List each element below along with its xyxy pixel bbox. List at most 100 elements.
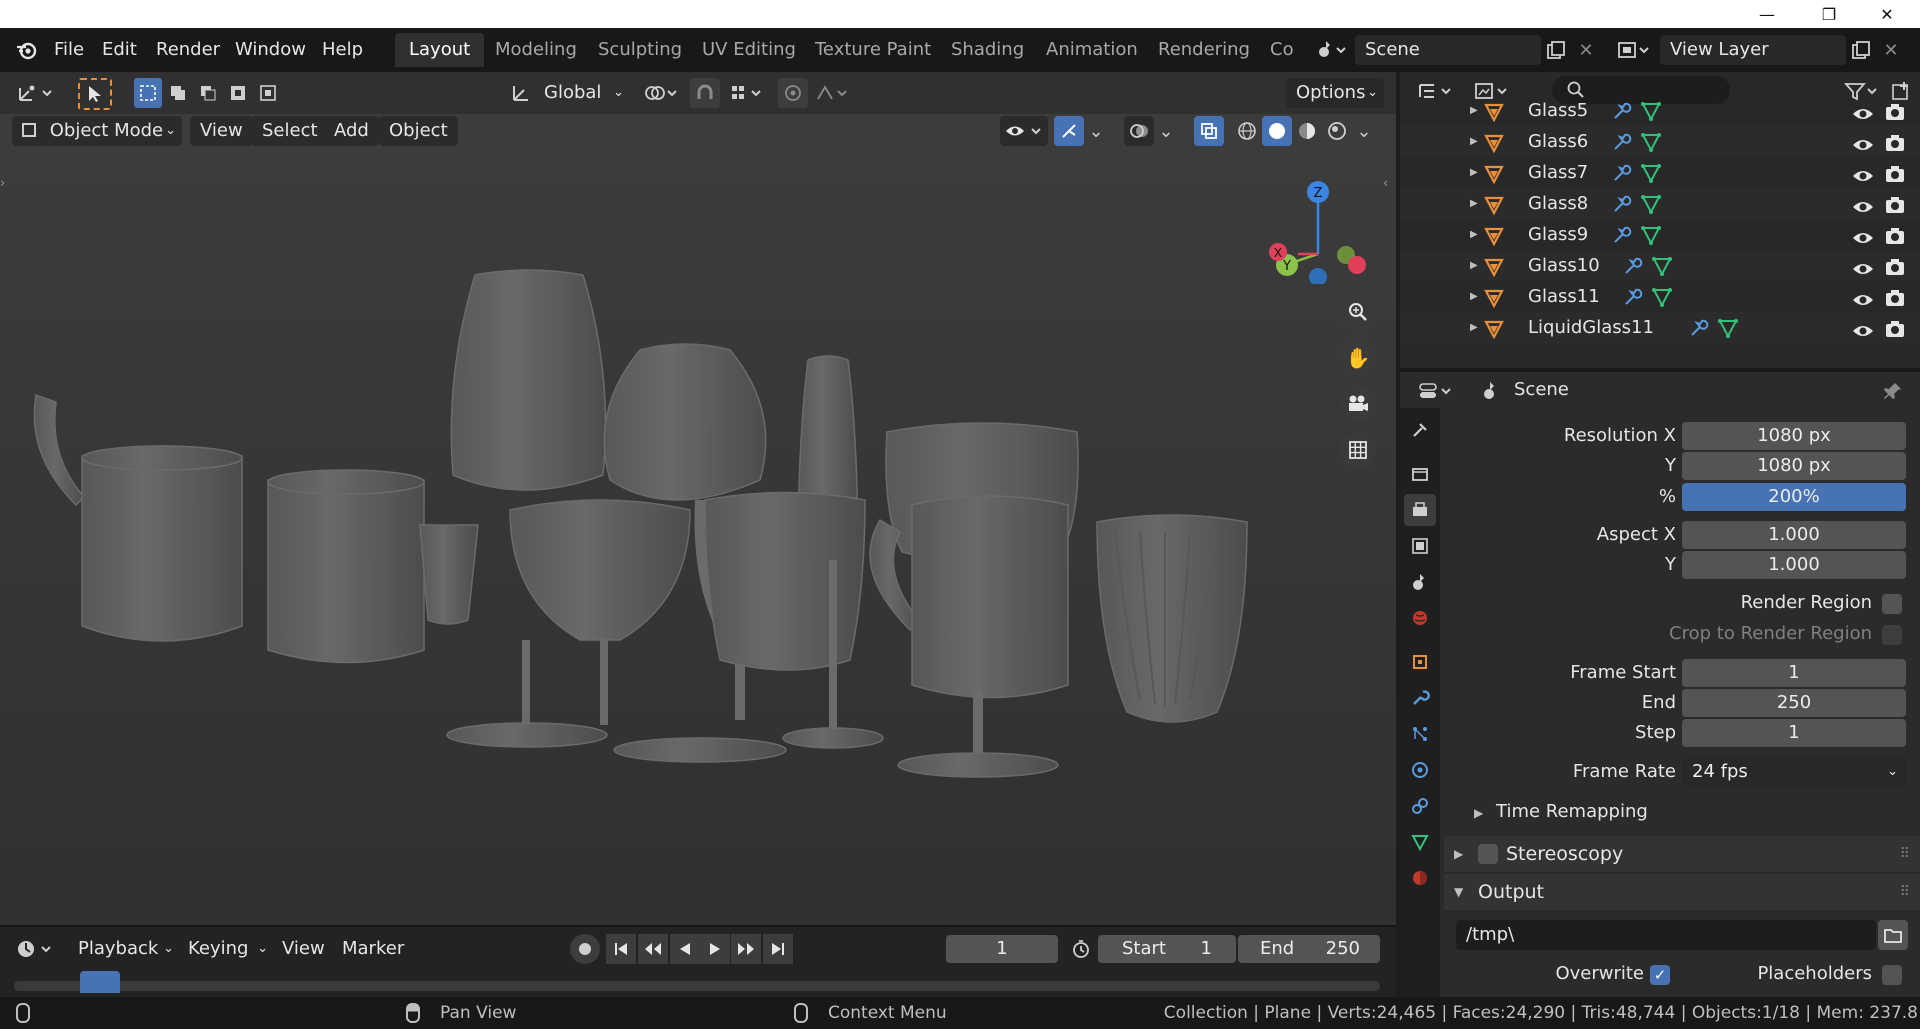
mesh-data-icon[interactable] — [1717, 317, 1739, 349]
delete-scene-icon[interactable]: ✕ — [1571, 35, 1601, 65]
select-menu[interactable]: Select — [252, 116, 328, 146]
pin-icon[interactable] — [1878, 376, 1908, 406]
rendered-shading-icon[interactable] — [1322, 116, 1352, 146]
outliner-row[interactable]: ▶ Glass8 — [1400, 188, 1920, 219]
output-panel[interactable]: ▼ Output ⠿ — [1444, 874, 1920, 910]
marker-menu[interactable]: Marker — [332, 934, 414, 964]
placeholders-checkbox[interactable] — [1882, 965, 1902, 985]
visibility-eye-icon[interactable] — [1852, 319, 1874, 350]
view-layer-tab-icon[interactable] — [1404, 530, 1436, 562]
tab-animation[interactable]: Animation — [1032, 33, 1152, 67]
select-subtract-icon[interactable] — [194, 78, 222, 108]
record-icon[interactable] — [570, 934, 600, 964]
solid-shading-icon[interactable] — [1262, 116, 1292, 146]
object-mode-dropdown[interactable]: Object Mode ⌄ — [12, 116, 182, 146]
new-scene-icon[interactable] — [1541, 35, 1571, 65]
output-path-field[interactable]: /tmp\ — [1456, 920, 1876, 950]
timeline-view-menu[interactable]: View — [272, 934, 335, 964]
jump-start-icon[interactable] — [606, 934, 636, 964]
outliner-row[interactable]: ▶ Glass9 — [1400, 219, 1920, 250]
frame-step-field[interactable]: 1 — [1682, 719, 1906, 747]
delete-view-layer-icon[interactable]: ✕ — [1876, 35, 1906, 65]
tab-compositing[interactable]: Co — [1256, 33, 1300, 67]
modifier-tab-icon[interactable] — [1404, 682, 1436, 714]
world-tab-icon[interactable] — [1404, 602, 1436, 634]
outliner-row[interactable]: ▶ LiquidGlass11 — [1400, 312, 1920, 343]
expand-arrow-icon[interactable]: ▶ — [1470, 95, 1478, 126]
render-camera-icon[interactable] — [1884, 318, 1906, 349]
outliner-row[interactable]: ▶ Glass6 — [1400, 126, 1920, 157]
select-new-icon[interactable] — [134, 78, 162, 108]
close-button[interactable]: ✕ — [1864, 0, 1910, 28]
new-view-layer-icon[interactable] — [1846, 35, 1876, 65]
expand-arrow-icon[interactable]: ▶ — [1470, 157, 1478, 188]
tool-tab-icon[interactable] — [1404, 414, 1436, 446]
zoom-icon[interactable] — [1340, 294, 1376, 330]
expand-arrow-icon[interactable]: ▶ — [1470, 126, 1478, 157]
tab-sculpting[interactable]: Sculpting — [584, 33, 696, 67]
xray-toggle-icon[interactable] — [1194, 116, 1224, 146]
tab-rendering[interactable]: Rendering — [1144, 33, 1264, 67]
tab-uv-editing[interactable]: UV Editing — [688, 33, 810, 67]
transform-orientation-dropdown[interactable]: Global ⌄ — [534, 78, 628, 108]
crop-region-checkbox[interactable] — [1882, 625, 1902, 645]
current-frame-field[interactable]: 1 — [946, 935, 1058, 963]
outliner-row[interactable]: ▶ Glass5 — [1400, 95, 1920, 126]
frame-rate-dropdown[interactable]: 24 fps ⌄ — [1682, 758, 1906, 786]
play-reverse-icon[interactable] — [670, 934, 700, 964]
drag-handle-icon[interactable]: ⠿ — [1900, 836, 1910, 872]
outliner-row[interactable]: ▶ Glass7 — [1400, 157, 1920, 188]
time-remapping-panel[interactable]: Time Remapping — [1496, 801, 1648, 822]
wireframe-shading-icon[interactable] — [1232, 116, 1262, 146]
frame-end-field[interactable]: 250 — [1682, 689, 1906, 717]
select-tool-icon[interactable] — [78, 78, 112, 110]
keying-menu[interactable]: Keying ⌄ — [178, 934, 270, 964]
menu-render[interactable]: Render — [156, 36, 220, 64]
sidebar-expand-icon[interactable]: ‹ — [1383, 176, 1393, 196]
frame-start-field[interactable]: 1 — [1682, 659, 1906, 687]
pan-hand-icon[interactable]: ✋ — [1340, 340, 1376, 376]
tab-modeling[interactable]: Modeling — [481, 33, 591, 67]
resolution-y-field[interactable]: 1080 px — [1682, 452, 1906, 480]
proportional-editing-icon[interactable] — [778, 78, 808, 108]
output-tab-icon[interactable] — [1404, 494, 1436, 526]
jump-keyframe-back-icon[interactable] — [638, 934, 668, 964]
snap-toggle-icon[interactable] — [690, 78, 720, 108]
stereoscopy-checkbox[interactable] — [1478, 844, 1498, 864]
tab-shading[interactable]: Shading — [937, 33, 1038, 67]
stereoscopy-panel[interactable]: ▶ Stereoscopy ⠿ — [1444, 836, 1920, 872]
select-invert-icon[interactable] — [224, 78, 252, 108]
expand-arrow-icon[interactable]: ▶ — [1470, 312, 1478, 343]
camera-view-icon[interactable] — [1340, 386, 1376, 422]
drag-handle-icon[interactable]: ⠿ — [1900, 874, 1910, 910]
properties-editor-type-icon[interactable] — [1414, 376, 1462, 406]
play-icon[interactable] — [700, 934, 730, 964]
proportional-falloff-icon[interactable] — [812, 78, 856, 108]
menu-edit[interactable]: Edit — [102, 36, 137, 64]
navigation-gizmo[interactable]: Z Y X — [1258, 164, 1378, 284]
timeline-editor-type-icon[interactable] — [12, 934, 60, 964]
start-frame-field[interactable]: Start 1 — [1098, 935, 1236, 963]
menu-file[interactable]: File — [54, 36, 84, 64]
visibility-filter-icon[interactable] — [1000, 116, 1048, 146]
transform-orientation-icon[interactable] — [506, 78, 536, 108]
object-menu[interactable]: Object — [379, 116, 458, 146]
timeline-scrollbar[interactable] — [14, 981, 1380, 991]
editor-type-icon[interactable] — [12, 78, 60, 108]
options-dropdown[interactable]: Options ⌄ — [1286, 78, 1384, 108]
resolution-percent-field[interactable]: 200% — [1682, 483, 1906, 511]
physics-tab-icon[interactable] — [1404, 754, 1436, 786]
snap-target-icon[interactable] — [726, 78, 770, 108]
object-tab-icon[interactable] — [1404, 646, 1436, 678]
expand-arrow-icon[interactable]: ▶ — [1470, 219, 1478, 250]
add-menu[interactable]: Add — [324, 116, 379, 146]
aspect-x-field[interactable]: 1.000 — [1682, 521, 1906, 549]
jump-end-icon[interactable] — [763, 934, 793, 964]
select-intersect-icon[interactable] — [254, 78, 282, 108]
view-layer-name-field[interactable]: View Layer — [1660, 35, 1846, 65]
render-tab-icon[interactable] — [1404, 458, 1436, 490]
minimize-button[interactable]: — — [1744, 0, 1790, 28]
view-layer-selector-icon[interactable] — [1612, 35, 1656, 65]
overwrite-checkbox[interactable]: ✓ — [1650, 965, 1670, 985]
view-menu[interactable]: View — [190, 116, 253, 146]
